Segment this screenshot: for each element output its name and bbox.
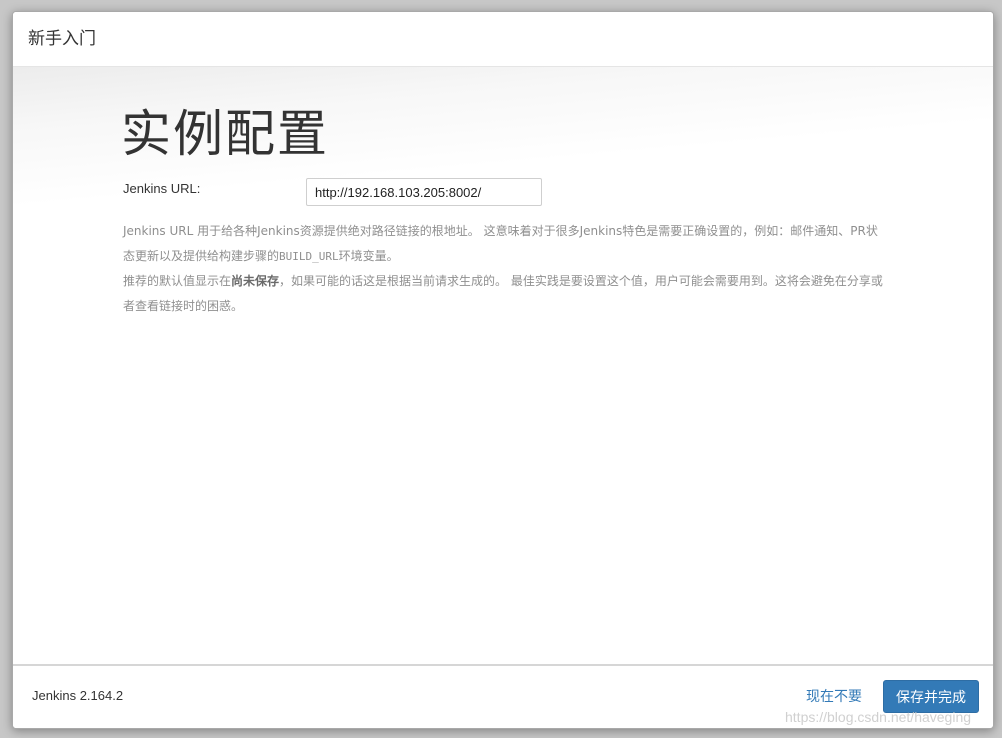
- dialog-header: 新手入门: [13, 12, 993, 67]
- dialog-body: 实例配置 Jenkins URL: Jenkins URL 用于给各种Jenki…: [13, 67, 993, 664]
- jenkins-url-label: Jenkins URL:: [123, 181, 201, 196]
- setup-wizard-dialog: 新手入门 实例配置 Jenkins URL: Jenkins URL 用于给各种…: [12, 11, 994, 729]
- jenkins-version: Jenkins 2.164.2: [32, 688, 124, 703]
- help-text-part: 推荐的默认值显示在: [123, 274, 232, 288]
- build-url-code: BUILD_URL: [279, 250, 339, 263]
- save-and-finish-button[interactable]: 保存并完成: [883, 680, 979, 713]
- help-text: Jenkins URL 用于给各种Jenkins资源提供绝对路径链接的根地址。 …: [123, 219, 883, 319]
- not-saved-emphasis: 尚未保存: [231, 274, 280, 288]
- dialog-title: 新手入门: [28, 29, 96, 49]
- jenkins-url-input[interactable]: [306, 178, 542, 206]
- help-text-part: 环境变量。: [338, 249, 399, 263]
- skip-button[interactable]: 现在不要: [806, 686, 862, 706]
- dialog-footer: Jenkins 2.164.2 现在不要 保存并完成: [13, 664, 993, 728]
- help-text-part: Jenkins URL 用于给各种Jenkins资源提供绝对路径链接的根地址。 …: [123, 224, 878, 263]
- page-title: 实例配置: [121, 105, 329, 163]
- help-paragraph-1: Jenkins URL 用于给各种Jenkins资源提供绝对路径链接的根地址。 …: [123, 219, 883, 269]
- help-paragraph-2: 推荐的默认值显示在尚未保存，如果可能的话这是根据当前请求生成的。 最佳实践是要设…: [123, 269, 883, 319]
